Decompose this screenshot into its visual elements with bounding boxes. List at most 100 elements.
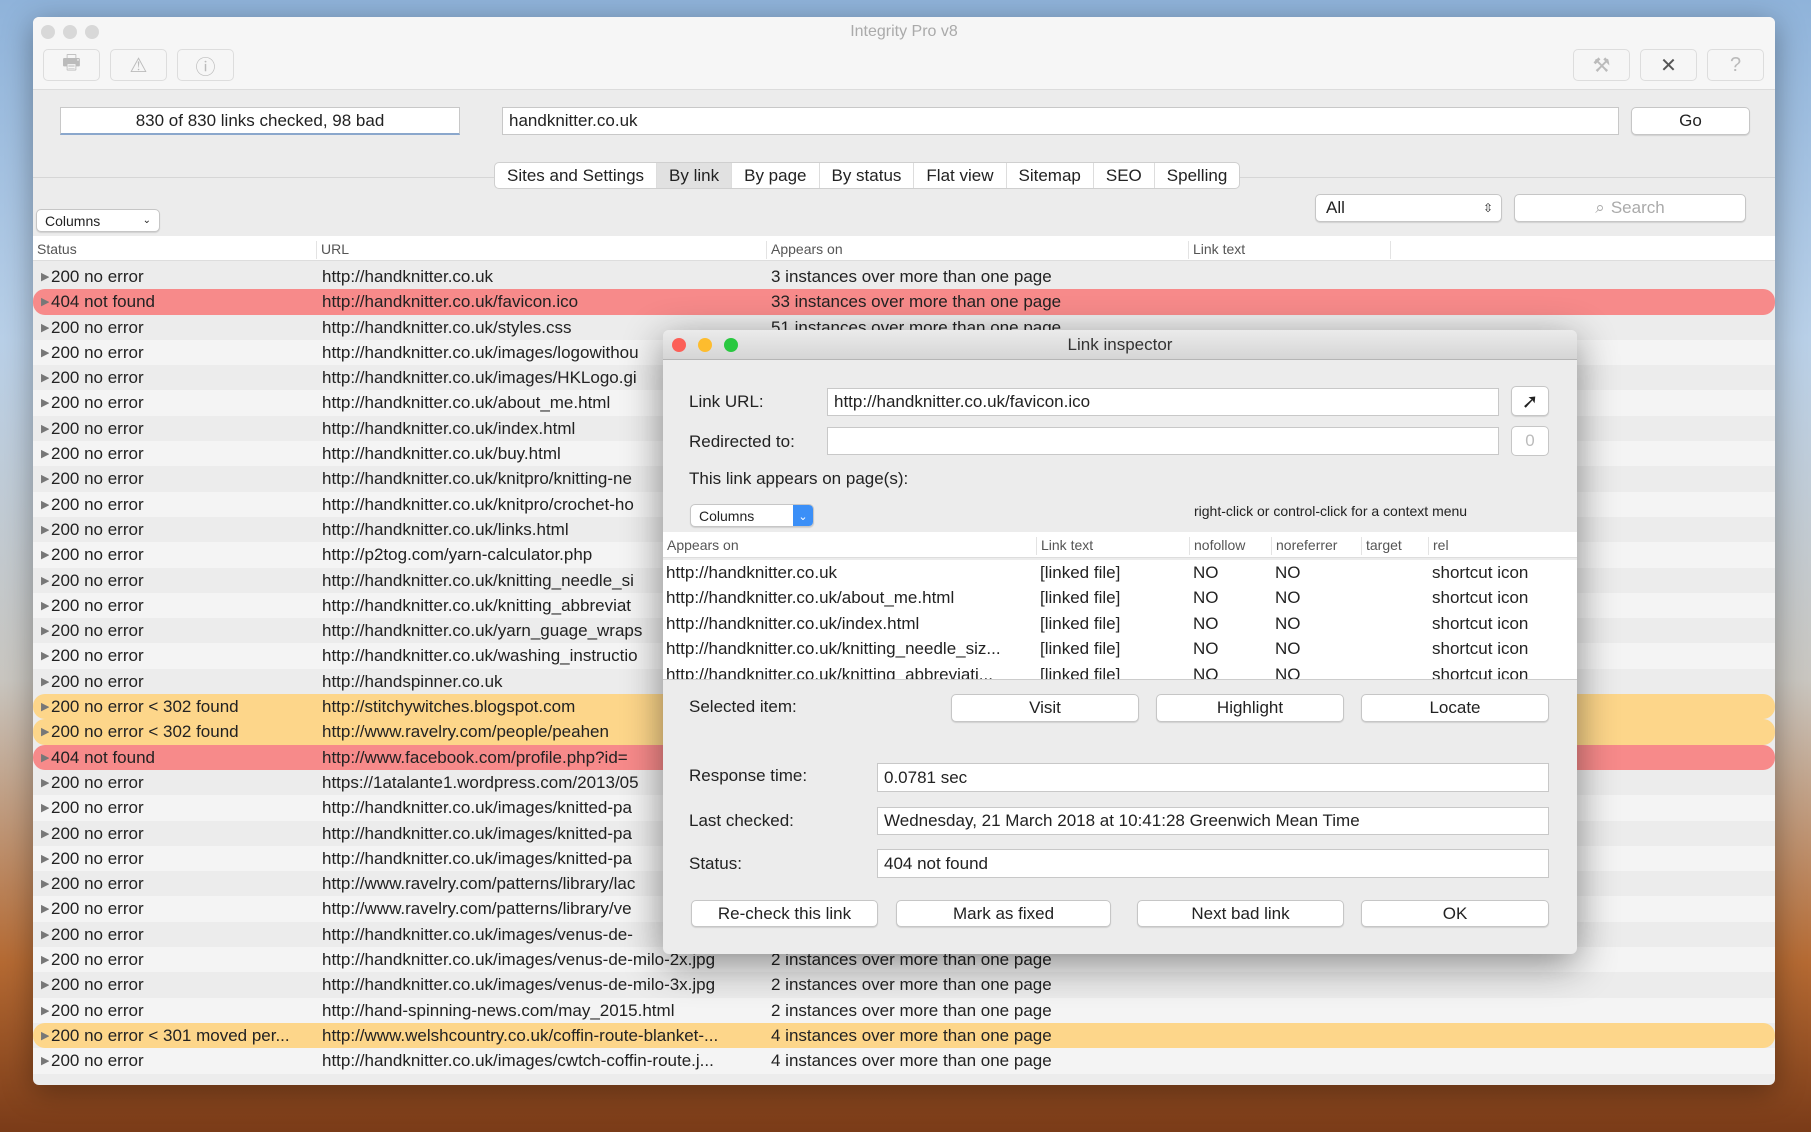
go-button[interactable]: Go xyxy=(1631,107,1750,135)
redirected-field[interactable] xyxy=(827,427,1499,455)
disclosure-triangle-icon[interactable]: ▶ xyxy=(41,371,49,384)
header-appears-on[interactable]: Appears on xyxy=(663,537,739,555)
inspector-row[interactable]: http://handknitter.co.uk [linked file] NO N… xyxy=(663,560,1577,585)
disclosure-triangle-icon[interactable]: ▶ xyxy=(41,346,49,359)
disclosure-triangle-icon[interactable]: ▶ xyxy=(41,396,49,409)
tab-by-page[interactable]: By page xyxy=(732,163,820,188)
warning-icon: ⚠ xyxy=(129,54,148,77)
columns-dropdown[interactable]: Columns ⌄ xyxy=(36,209,160,232)
row-status: 200 no error xyxy=(51,798,144,818)
disclosure-triangle-icon[interactable]: ▶ xyxy=(41,700,49,713)
disclosure-triangle-icon[interactable]: ▶ xyxy=(41,295,49,308)
header-status[interactable]: Status xyxy=(33,241,77,259)
help-button[interactable]: ? xyxy=(1707,49,1764,81)
tab-sites-and-settings[interactable]: Sites and Settings xyxy=(495,163,658,188)
open-link-button[interactable]: ➚ xyxy=(1511,386,1549,416)
cell-appears-on: http://handknitter.co.uk/knitting_needle… xyxy=(666,639,1001,659)
status-field[interactable]: 404 not found xyxy=(877,849,1549,878)
header-link-text[interactable]: Link text xyxy=(1036,537,1093,555)
inspector-row[interactable]: http://handknitter.co.uk/knitting_needle… xyxy=(663,636,1577,661)
table-row[interactable]: ▶ 200 no error http://hand-spinning-news.c… xyxy=(33,997,1775,1023)
disclosure-triangle-icon[interactable]: ▶ xyxy=(41,447,49,460)
disclosure-triangle-icon[interactable]: ▶ xyxy=(41,498,49,511)
disclosure-triangle-icon[interactable]: ▶ xyxy=(41,675,49,688)
disclosure-triangle-icon[interactable]: ▶ xyxy=(41,321,49,334)
table-row[interactable]: ▶ 404 not found http://handknitter.co.uk/f… xyxy=(33,289,1775,315)
next-bad-link-button[interactable]: Next bad link xyxy=(1137,900,1344,927)
disclosure-triangle-icon[interactable]: ▶ xyxy=(41,649,49,662)
highlight-button[interactable]: Highlight xyxy=(1156,694,1344,722)
disclosure-triangle-icon[interactable]: ▶ xyxy=(41,1029,49,1042)
inspector-row[interactable]: http://handknitter.co.uk/knitting_abbrev… xyxy=(663,662,1577,679)
row-status: 404 not found xyxy=(51,292,155,312)
disclosure-triangle-icon[interactable]: ▶ xyxy=(41,751,49,764)
disclosure-triangle-icon[interactable]: ▶ xyxy=(41,725,49,738)
disclosure-triangle-icon[interactable]: ▶ xyxy=(41,902,49,915)
table-row[interactable]: ▶ 200 no error http://handknitter.co.uk/im… xyxy=(33,972,1775,997)
locate-button[interactable]: Locate xyxy=(1361,694,1549,722)
visit-button[interactable]: Visit xyxy=(951,694,1139,722)
disclosure-triangle-icon[interactable]: ▶ xyxy=(41,852,49,865)
info-button[interactable]: ⓘ xyxy=(177,49,234,81)
disclosure-triangle-icon[interactable]: ▶ xyxy=(41,270,49,283)
disclosure-triangle-icon[interactable]: ▶ xyxy=(41,1004,49,1017)
response-time-field[interactable]: 0.0781 sec xyxy=(877,763,1549,792)
mark-fixed-button[interactable]: Mark as fixed xyxy=(896,900,1111,927)
header-noreferrer[interactable]: noreferrer xyxy=(1271,537,1337,555)
disclosure-triangle-icon[interactable]: ▶ xyxy=(41,472,49,485)
header-url[interactable]: URL xyxy=(316,241,349,259)
header-link-text[interactable]: Link text xyxy=(1188,241,1245,259)
last-checked-field[interactable]: Wednesday, 21 March 2018 at 10:41:28 Gre… xyxy=(877,807,1549,835)
disclosure-triangle-icon[interactable]: ▶ xyxy=(41,978,49,991)
disclosure-triangle-icon[interactable]: ▶ xyxy=(41,928,49,941)
cell-nofollow: NO xyxy=(1193,639,1219,659)
disclosure-triangle-icon[interactable]: ▶ xyxy=(41,574,49,587)
disclosure-triangle-icon[interactable]: ▶ xyxy=(41,1054,49,1067)
redirect-count-button[interactable]: 0 xyxy=(1511,426,1549,456)
disclosure-triangle-icon[interactable]: ▶ xyxy=(41,801,49,814)
disclosure-triangle-icon[interactable]: ▶ xyxy=(41,599,49,612)
url-input[interactable]: handknitter.co.uk xyxy=(502,107,1619,135)
header-appears-on[interactable]: Appears on xyxy=(766,241,843,259)
row-status: 200 no error < 302 found xyxy=(51,722,239,742)
header-rel[interactable]: rel xyxy=(1428,537,1449,555)
table-row[interactable]: ▶ 200 no error http://handknitter.co.uk 3 i… xyxy=(33,264,1775,289)
tab-by-link[interactable]: By link xyxy=(657,163,733,188)
filter-dropdown[interactable]: All ⇳ xyxy=(1315,194,1502,222)
inspector-columns-dropdown[interactable]: Columns ⌄ xyxy=(690,504,814,527)
disclosure-triangle-icon[interactable]: ▶ xyxy=(41,953,49,966)
inspector-row[interactable]: http://handknitter.co.uk/index.html [link… xyxy=(663,611,1577,636)
tab-flat-view[interactable]: Flat view xyxy=(914,163,1007,188)
header-nofollow[interactable]: nofollow xyxy=(1189,537,1245,555)
dialog-zoom-button[interactable] xyxy=(724,338,738,352)
ok-button[interactable]: OK xyxy=(1361,900,1549,927)
link-url-field[interactable]: http://handknitter.co.uk/favicon.ico xyxy=(827,388,1499,416)
disclosure-triangle-icon[interactable]: ▶ xyxy=(41,877,49,890)
tab-seo[interactable]: SEO xyxy=(1094,163,1155,188)
inspector-row[interactable]: http://handknitter.co.uk/about_me.html [l… xyxy=(663,585,1577,610)
table-row[interactable]: ▶ 200 no error < 301 moved per... http://w… xyxy=(33,1022,1775,1049)
redirected-label: Redirected to: xyxy=(689,432,795,451)
row-status: 200 no error xyxy=(51,950,144,970)
disclosure-triangle-icon[interactable]: ▶ xyxy=(41,422,49,435)
warnings-button[interactable]: ⚠ xyxy=(110,49,167,81)
table-row[interactable]: ▶ 200 no error http://handknitter.co.uk/im… xyxy=(33,1048,1775,1074)
search-placeholder: Search xyxy=(1610,198,1665,217)
tab-spelling[interactable]: Spelling xyxy=(1155,163,1239,188)
disclosure-triangle-icon[interactable]: ▶ xyxy=(41,548,49,561)
tab-sitemap[interactable]: Sitemap xyxy=(1007,163,1094,188)
search-input[interactable]: ⌕ Search xyxy=(1514,194,1746,222)
dialog-minimize-button[interactable] xyxy=(698,338,712,352)
header-target[interactable]: target xyxy=(1361,537,1402,555)
dialog-close-button[interactable] xyxy=(672,338,686,352)
tab-by-status[interactable]: By status xyxy=(820,163,915,188)
disclosure-triangle-icon[interactable]: ▶ xyxy=(41,523,49,536)
recheck-button[interactable]: Re-check this link xyxy=(691,900,878,927)
disclosure-triangle-icon[interactable]: ▶ xyxy=(41,827,49,840)
cell-appears-on: http://handknitter.co.uk/about_me.html xyxy=(666,588,955,608)
filter-settings-button[interactable]: ⚒ xyxy=(1573,49,1630,81)
print-button[interactable]: 🖶 xyxy=(43,49,100,81)
disclosure-triangle-icon[interactable]: ▶ xyxy=(41,624,49,637)
disclosure-triangle-icon[interactable]: ▶ xyxy=(41,776,49,789)
tools-button[interactable]: ✕ xyxy=(1640,49,1697,81)
